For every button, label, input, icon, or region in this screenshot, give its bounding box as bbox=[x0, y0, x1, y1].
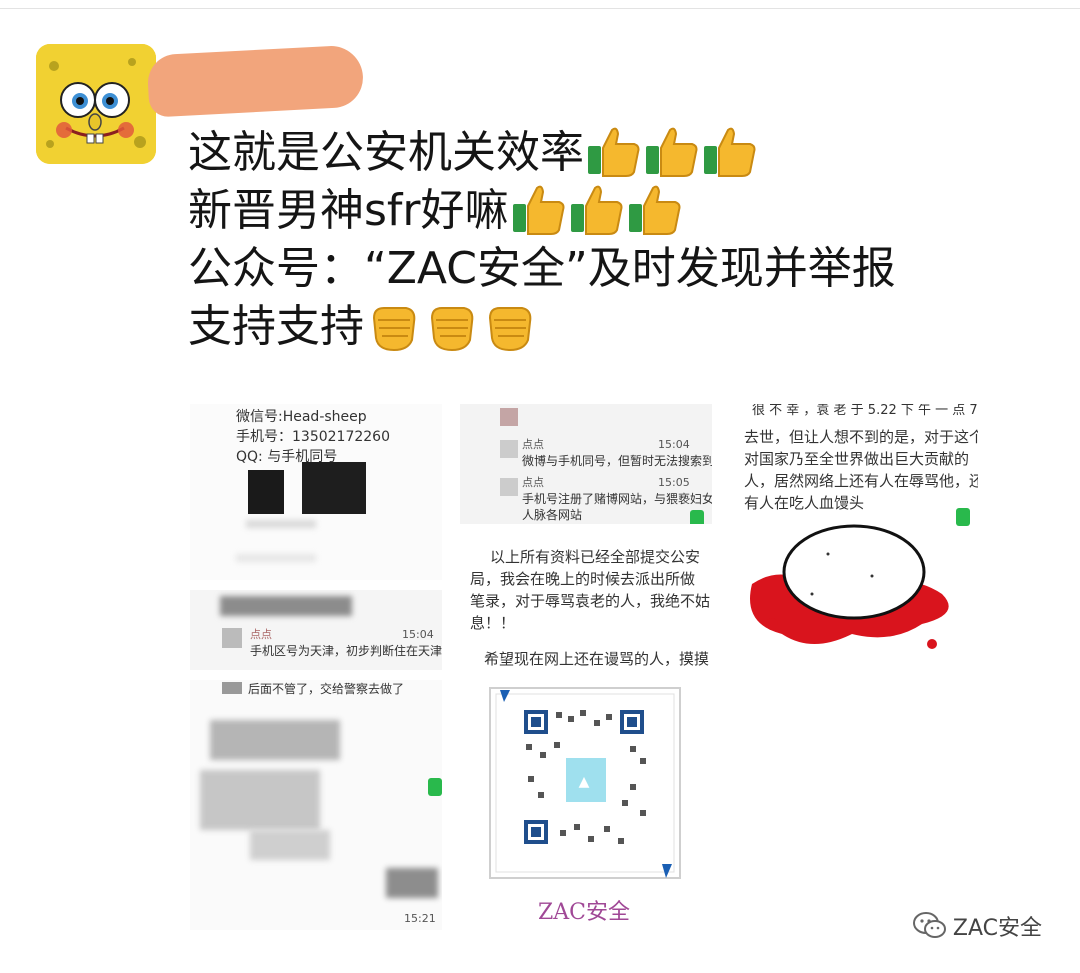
img1-blurred-text bbox=[246, 520, 316, 528]
img7-blurred-content bbox=[210, 720, 340, 760]
watermark-label: ZAC安全 bbox=[952, 916, 1042, 941]
grid-image-5[interactable]: 以上所有资料已经全部提交公安 局，我会在晚上的时候去派出所做 笔录，对于辱骂袁老… bbox=[460, 524, 712, 670]
img7-blurred-content bbox=[386, 868, 438, 898]
raised-fist-icon bbox=[488, 307, 532, 352]
top-divider bbox=[0, 8, 1080, 9]
img1-wechat-id: 微信号:Head-sheep bbox=[236, 409, 367, 425]
avatar[interactable] bbox=[36, 44, 156, 164]
grid-image-7[interactable]: 后面不管了，交给警察去做了 15:21 bbox=[190, 680, 442, 930]
img3-line-0: 很 不 幸 ，袁 老 于 5.22 下 午 一 点 7 分 bbox=[752, 404, 978, 418]
post-line-4-text: 支持支持 bbox=[188, 301, 364, 352]
img5-paragraph-1-cont: 局，我会在晚上的时候去派出所做 bbox=[470, 570, 696, 588]
img5-paragraph-1: 以上所有资料已经全部提交公安 bbox=[490, 548, 701, 566]
img7-blurred-content bbox=[200, 770, 320, 830]
wechat-badge-icon bbox=[428, 778, 442, 796]
grid-image-8[interactable]: ▲ ZAC安全 bbox=[460, 680, 712, 930]
img3-line-2: 对国家乃至全世界做出巨大贡献的 bbox=[744, 450, 970, 468]
raised-fist-icon bbox=[372, 307, 416, 352]
grid-image-3[interactable]: 很 不 幸 ，袁 老 于 5.22 下 午 一 点 7 分 去世，但让人想不到的… bbox=[730, 404, 978, 664]
raised-fist-icon bbox=[430, 307, 474, 352]
wechat-badge-icon bbox=[690, 510, 704, 524]
post-line-2-text: 新晋男神sfr好嘛 bbox=[188, 185, 509, 236]
avatar-face-icon bbox=[36, 44, 156, 164]
thumbs-up-icon bbox=[704, 127, 756, 177]
img3-line-3: 人，居然网络上还有人在辱骂他，还 bbox=[744, 472, 978, 490]
img3-line-1: 去世，但让人想不到的是，对于这个 bbox=[744, 428, 978, 446]
post-line-3-text: 公众号：“ZAC安全”及时发现并举报 bbox=[188, 243, 896, 294]
thumbs-up-icon bbox=[588, 127, 640, 177]
thumbs-up-icon bbox=[512, 185, 565, 235]
thumbs-up-icon bbox=[628, 185, 681, 235]
img1-blurred-text bbox=[236, 554, 316, 562]
img4-avatar bbox=[222, 628, 242, 648]
grid-image-1[interactable]: 微信号:Head-sheep 手机号：13502172260 QQ: 与手机同号 bbox=[190, 404, 442, 580]
post-line-3: 公众号：“ZAC安全”及时发现并举报 bbox=[188, 240, 1028, 298]
post-line-1: 这就是公安机关效率 bbox=[188, 124, 1028, 182]
img2-avatar bbox=[500, 408, 518, 426]
img7-avatar bbox=[222, 682, 242, 694]
img1-screenshot-thumb bbox=[248, 470, 284, 514]
post-line-2: 新晋男神sfr好嘛 bbox=[188, 182, 1028, 240]
watermark: ZAC安全 bbox=[912, 910, 1042, 942]
img1-screenshot-thumb bbox=[302, 462, 366, 514]
img7-time: 15:21 bbox=[404, 912, 436, 925]
blood-steamed-bun-illustration bbox=[750, 524, 949, 649]
post-line-4: 支持支持 bbox=[188, 298, 1028, 356]
img2-avatar bbox=[500, 478, 518, 496]
redacted-username bbox=[146, 44, 365, 118]
img5-paragraph-1-cont: 笔录，对于辱骂袁老的人，我绝不姑 bbox=[470, 592, 711, 610]
thumbs-up-icon bbox=[646, 127, 698, 177]
svg-text:▲: ▲ bbox=[579, 774, 590, 790]
post-line-1-text: 这就是公安机关效率 bbox=[188, 127, 584, 178]
thumbs-up-icon bbox=[570, 185, 623, 235]
img2-avatar bbox=[500, 440, 518, 458]
grid-image-4[interactable]: 点点 15:04 手机区号为天津，初步判断住在天津 bbox=[190, 590, 442, 670]
wechat-icon bbox=[912, 912, 946, 938]
img2-message-2-cont: 人脉各网站 bbox=[522, 508, 583, 522]
post-text: 这就是公安机关效率 新晋男神sfr好嘛 公众号：“ZAC安全”及时发现并举报 支… bbox=[188, 124, 1028, 356]
img4-message: 手机区号为天津，初步判断住在天津 bbox=[250, 644, 442, 658]
img1-phone: 手机号：13502172260 bbox=[236, 429, 390, 445]
img5-paragraph-1-cont: 息！！ bbox=[470, 614, 516, 632]
img5-paragraph-2: 希望现在网上还在谩骂的人，摸摸 bbox=[484, 650, 710, 668]
qr-code-icon: ▲ bbox=[489, 687, 681, 879]
img7-message: 后面不管了，交给警察去做了 bbox=[248, 682, 405, 696]
img4-blurred-avatars bbox=[220, 596, 352, 616]
grid-image-2[interactable]: 点点 15:04 微博与手机同号，但暂时无法搜索到 点点 15:05 手机号注册… bbox=[460, 404, 712, 524]
img3-line-4: 有人在吃人血馒头 bbox=[744, 494, 865, 512]
img2-message-1: 微博与手机同号，但暂时无法搜索到 bbox=[522, 454, 712, 468]
qr-caption: ZAC安全 bbox=[538, 900, 631, 925]
img7-blurred-content bbox=[250, 830, 330, 860]
